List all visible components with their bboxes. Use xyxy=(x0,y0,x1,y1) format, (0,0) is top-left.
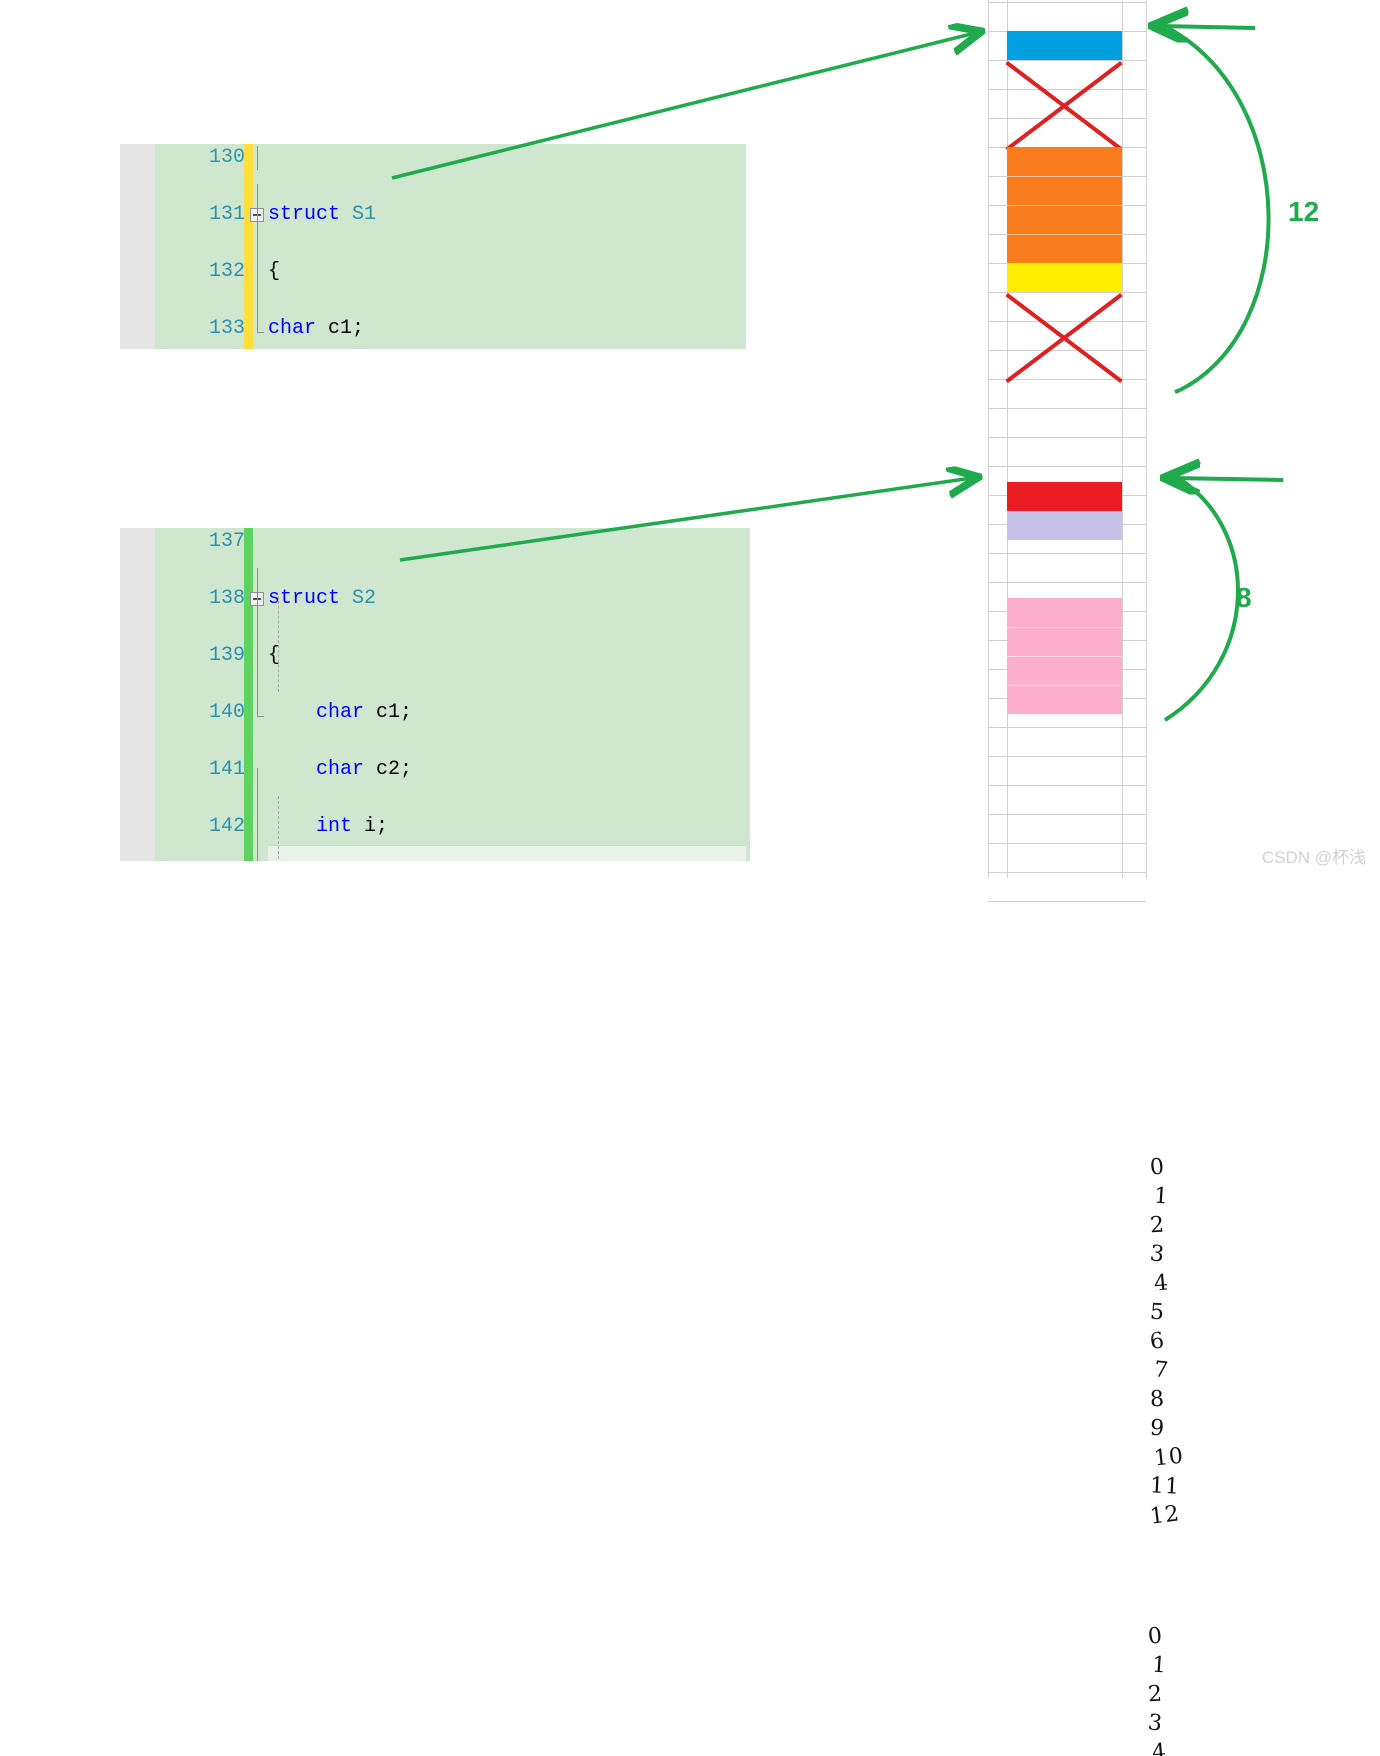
offset-number: 5 xyxy=(1149,1299,1166,1326)
fold-guide-end xyxy=(257,716,264,717)
grid-row-line xyxy=(1007,656,1122,657)
code-line[interactable]: 130 xyxy=(120,144,746,173)
code-text: { xyxy=(268,260,281,283)
line-number: 140 xyxy=(208,701,245,724)
editor-change-bar xyxy=(244,528,253,861)
grid-row-line xyxy=(988,901,1146,902)
brace-s1 xyxy=(1167,26,1271,392)
watermark: CSDN @杯浅 xyxy=(1261,848,1366,867)
memory-cell xyxy=(1007,482,1122,511)
offset-number: 4 xyxy=(1152,1270,1171,1297)
grid-row-line xyxy=(1007,627,1122,628)
memory-cell xyxy=(1007,511,1122,540)
code-line[interactable]: 138 struct S2 xyxy=(120,585,750,614)
memory-layout-grid xyxy=(988,0,1147,902)
offset-number: 0 xyxy=(1146,1623,1165,1650)
offset-number: 10 xyxy=(1152,1443,1186,1472)
offset-number: 6 xyxy=(1148,1328,1167,1355)
offset-number: 11 xyxy=(1149,1473,1181,1500)
offset-number: 7 xyxy=(1152,1357,1171,1384)
offset-number: 2 xyxy=(1149,1212,1166,1239)
line-number: 130 xyxy=(208,146,245,169)
code-text: struct S1 xyxy=(268,203,377,226)
current-line-highlight xyxy=(268,844,746,861)
code-editor-block-s2[interactable]: 137 138 struct S2 139{ 140 char c1; 141 char … xyxy=(120,528,750,861)
line-number: 139 xyxy=(208,644,245,667)
grid-row-line xyxy=(1007,205,1122,206)
fold-guide-line xyxy=(278,596,280,692)
code-line[interactable]: 131 struct S1 xyxy=(120,201,746,230)
fold-guide-line xyxy=(278,796,280,861)
code-text: char c1; xyxy=(268,317,365,340)
size-label-s1: 12 xyxy=(1288,196,1320,227)
line-number: 138 xyxy=(208,587,245,610)
line-number: 132 xyxy=(208,260,245,283)
code-text: struct S2 xyxy=(268,587,377,610)
grid-column-line xyxy=(1146,0,1147,878)
code-line[interactable]: 139{ xyxy=(120,642,750,671)
memory-cell xyxy=(1007,263,1122,292)
fold-guide-line xyxy=(257,568,258,716)
code-line[interactable]: 140 char c1; xyxy=(120,699,750,728)
offset-number: 8 xyxy=(1149,1386,1166,1413)
line-number: 141 xyxy=(208,758,245,781)
grid-row-line xyxy=(1007,176,1122,177)
offset-number: 1 xyxy=(1153,1183,1170,1210)
code-text: int i; xyxy=(316,815,389,838)
offset-number: 4 xyxy=(1150,1739,1169,1756)
fold-guide-line xyxy=(257,768,258,861)
grid-row-line xyxy=(1007,234,1122,235)
offset-number: 0 xyxy=(1148,1154,1167,1181)
brace-s2 xyxy=(1163,476,1240,722)
code-line[interactable]: 142 int i; xyxy=(120,813,750,842)
grid-row-line xyxy=(1007,685,1122,686)
size-label-s2: 8 xyxy=(1236,582,1252,613)
code-line[interactable]: 132 { xyxy=(120,258,746,287)
code-line[interactable]: 137 xyxy=(120,528,750,557)
code-lines-s1: 130131struct S1132{133char c1;134int i;1… xyxy=(120,144,746,349)
grid-column-line xyxy=(1122,0,1123,878)
offset-number: 2 xyxy=(1147,1681,1164,1708)
code-text: char c1; xyxy=(316,701,413,724)
offset-number: 9 xyxy=(1148,1415,1167,1442)
line-number: 137 xyxy=(208,530,245,553)
offset-number: 3 xyxy=(1148,1241,1167,1268)
code-text: char c2; xyxy=(316,758,413,781)
padding-x-mark xyxy=(1005,60,1124,151)
code-line[interactable]: 133 char c1; xyxy=(120,315,746,344)
fold-guide-line xyxy=(257,184,258,332)
brace-s2-top-tick xyxy=(1172,478,1284,480)
code-editor-block-s1[interactable]: 130131struct S1132{133char c1;134int i;1… xyxy=(120,144,746,349)
line-number: 142 xyxy=(208,815,245,838)
line-number: 133 xyxy=(208,317,245,340)
editor-gutter-strip xyxy=(120,528,155,861)
offset-number: 12 xyxy=(1148,1501,1182,1530)
fold-guide-end xyxy=(257,332,264,333)
grid-column-line xyxy=(988,0,989,878)
brace-s1-bottom-tick xyxy=(1174,388,1181,394)
memory-cell xyxy=(1007,31,1122,60)
fold-guide-line xyxy=(257,146,258,170)
padding-x-mark xyxy=(1005,292,1124,383)
code-line[interactable]: 141 char c2; xyxy=(120,756,750,785)
offset-number: 1 xyxy=(1151,1652,1168,1679)
offset-number: 3 xyxy=(1146,1710,1165,1737)
brace-s1-top-tick xyxy=(1160,26,1256,28)
line-number: 131 xyxy=(208,203,245,226)
code-lines-s2: 137 138 struct S2 139{ 140 char c1; 141 char … xyxy=(120,528,750,861)
